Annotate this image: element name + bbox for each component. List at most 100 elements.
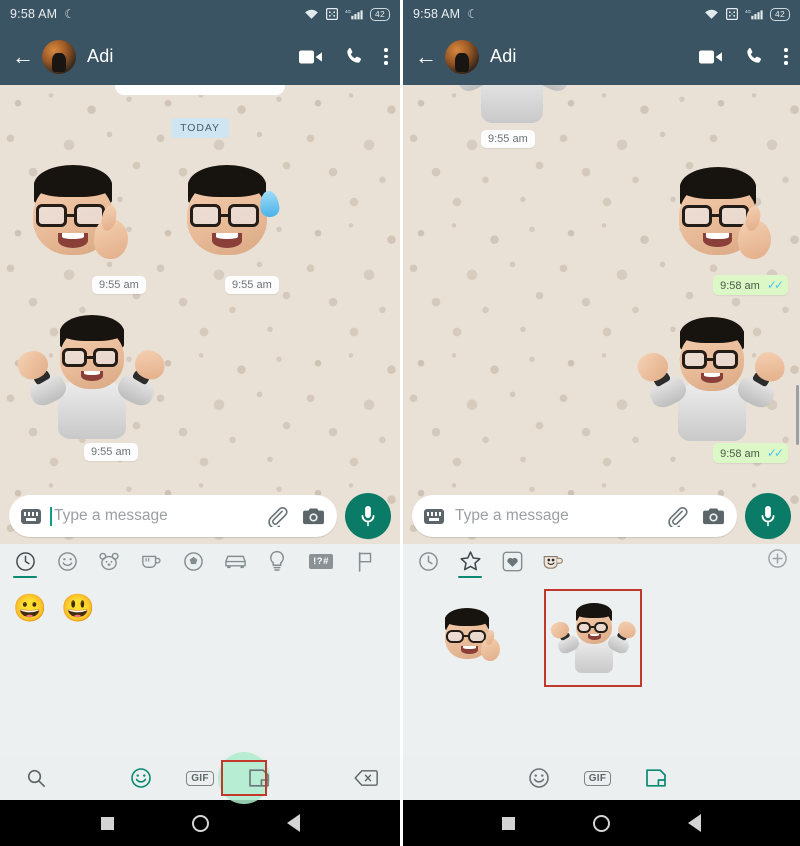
message-input[interactable]: Type a message bbox=[455, 507, 569, 525]
contact-avatar[interactable] bbox=[445, 39, 479, 74]
message-sticker-sweat[interactable]: 9:55 am bbox=[180, 163, 286, 294]
battery-level: 42 bbox=[774, 9, 785, 19]
crescent-moon-icon: ☾ bbox=[64, 7, 76, 21]
clock-icon bbox=[15, 551, 35, 571]
message-sticker-thumbsup-out[interactable]: 9:58 am ✓✓ bbox=[638, 165, 788, 295]
gif-button[interactable]: GIF bbox=[583, 770, 612, 786]
keyboard-icon[interactable] bbox=[424, 508, 444, 524]
car-icon bbox=[224, 555, 246, 569]
chat-area: 9:55 am 9:58 am ✓✓ 9:58 am ✓✓ Type a mes… bbox=[403, 85, 800, 544]
read-receipt-icon: ✓✓ bbox=[766, 446, 784, 460]
keyboard-tools: GIF bbox=[0, 767, 400, 789]
light-bulb-icon bbox=[270, 550, 284, 571]
gif-button[interactable]: GIF bbox=[186, 770, 214, 786]
message-input-pill[interactable]: Type a message bbox=[412, 495, 737, 537]
chat-area: TODAY 9:55 am 9:55 am 9:55 am Type a mes… bbox=[0, 85, 400, 544]
emoji-tab-symbols[interactable]: !?# bbox=[298, 544, 344, 578]
keyboard-toolbar: GIF bbox=[403, 756, 800, 800]
back-triangle-icon[interactable] bbox=[286, 814, 300, 832]
status-time: 9:58 AM bbox=[413, 7, 461, 21]
sticker-pack-tabs bbox=[403, 544, 800, 578]
day-divider: TODAY bbox=[171, 118, 229, 138]
emoji-tab-activities[interactable] bbox=[172, 544, 214, 578]
keyboard-toolbar: GIF bbox=[0, 752, 400, 804]
sticker-panel bbox=[403, 544, 800, 756]
message-sticker-partial[interactable]: 9:55 am bbox=[453, 85, 573, 148]
memoji-shrug-sticker bbox=[13, 315, 170, 440]
more-options-icon[interactable] bbox=[784, 48, 788, 65]
previous-message-bubble bbox=[115, 85, 285, 95]
camera-icon[interactable] bbox=[302, 507, 325, 526]
recents-square-icon[interactable] bbox=[502, 816, 515, 830]
home-circle-icon[interactable] bbox=[593, 814, 610, 832]
vpn-key-icon bbox=[325, 8, 338, 20]
phone-screen-left: 9:58 AM ☾ 4G 42 ← Adi TODAY 9:55 am 9:55… bbox=[0, 0, 400, 846]
message-input-pill[interactable]: Type a message bbox=[9, 495, 337, 537]
timestamp-text: 9:58 am bbox=[720, 280, 760, 292]
emoji-tab-recent[interactable] bbox=[4, 544, 46, 578]
sticker-tab-favourites[interactable] bbox=[449, 544, 491, 578]
sticker-tab-cup-pack[interactable] bbox=[533, 544, 575, 578]
sweat-drop-icon bbox=[258, 190, 281, 218]
emoji-tab-travel[interactable] bbox=[214, 544, 256, 578]
status-bar: 9:58 AM ☾ 4G 42 bbox=[0, 0, 400, 28]
message-timestamp: 9:58 am ✓✓ bbox=[713, 443, 788, 463]
emoji-cell[interactable]: 😃 bbox=[54, 586, 102, 630]
message-composer: Type a message bbox=[0, 488, 400, 544]
sticker-tab-recent[interactable] bbox=[407, 544, 449, 578]
emoji-cell[interactable]: 😀 bbox=[6, 586, 54, 630]
attach-paperclip-icon[interactable] bbox=[667, 506, 688, 527]
recents-square-icon[interactable] bbox=[100, 816, 114, 830]
back-arrow-icon[interactable]: ← bbox=[415, 45, 437, 68]
message-composer: Type a message bbox=[403, 488, 800, 544]
emoji-tab-animals[interactable] bbox=[88, 544, 130, 578]
message-timestamp: 9:55 am bbox=[84, 443, 138, 461]
emoji-tab-smileys[interactable] bbox=[46, 544, 88, 578]
voice-record-button[interactable] bbox=[745, 493, 791, 539]
emoji-tab-food[interactable] bbox=[130, 544, 172, 578]
back-arrow-icon[interactable]: ← bbox=[12, 45, 34, 68]
contact-name[interactable]: Adi bbox=[490, 46, 517, 67]
cup-sticker-icon bbox=[543, 555, 563, 569]
wifi-icon bbox=[705, 9, 718, 19]
status-time: 9:58 AM bbox=[10, 7, 58, 21]
phone-call-icon[interactable] bbox=[744, 47, 763, 66]
attach-paperclip-icon[interactable] bbox=[267, 506, 288, 527]
video-call-icon[interactable] bbox=[299, 49, 323, 65]
message-sticker-shrug-out[interactable]: 9:58 am ✓✓ bbox=[618, 317, 790, 463]
memoji-thumbs-up-sticker bbox=[668, 165, 788, 273]
chat-scrollbar[interactable] bbox=[795, 385, 799, 445]
memoji-shrug-sticker bbox=[633, 317, 790, 441]
phone-screen-right: 9:58 AM ☾ 4G 42 ← Adi 9:55 am 9:58 am ✓✓… bbox=[400, 0, 800, 846]
add-sticker-pack-button[interactable] bbox=[767, 548, 788, 574]
sticker-tab-hearts-pack[interactable] bbox=[491, 544, 533, 578]
sticker-item[interactable] bbox=[427, 590, 523, 686]
smiley-face-icon bbox=[57, 551, 77, 571]
message-sticker-shrug[interactable]: 9:55 am bbox=[13, 315, 170, 461]
keyboard-tools: GIF bbox=[403, 767, 796, 789]
phone-call-icon[interactable] bbox=[344, 47, 363, 66]
message-input[interactable]: Type a message bbox=[54, 507, 168, 525]
emoji-icon[interactable] bbox=[528, 767, 550, 789]
message-sticker-thumbsup[interactable]: 9:55 am bbox=[22, 163, 146, 294]
flag-icon bbox=[358, 551, 372, 572]
contact-avatar[interactable] bbox=[42, 39, 76, 74]
sticker-icon[interactable] bbox=[645, 767, 667, 789]
camera-icon[interactable] bbox=[702, 507, 725, 526]
back-triangle-icon[interactable] bbox=[688, 814, 701, 832]
memoji-thumbs-up-sticker bbox=[441, 607, 509, 669]
chat-header: ← Adi bbox=[403, 28, 800, 85]
emoji-tab-objects[interactable] bbox=[256, 544, 298, 578]
keyboard-icon[interactable] bbox=[21, 508, 41, 524]
contact-name[interactable]: Adi bbox=[87, 46, 114, 67]
video-call-icon[interactable] bbox=[699, 49, 723, 65]
emoji-panel: !?# 😀 😃 bbox=[0, 544, 400, 756]
microphone-icon bbox=[361, 505, 375, 526]
more-options-icon[interactable] bbox=[384, 48, 388, 65]
sticker-item-selected[interactable] bbox=[544, 589, 642, 687]
memoji-shrug-partial-sticker bbox=[453, 85, 573, 125]
emoji-icon[interactable] bbox=[130, 767, 152, 789]
home-circle-icon[interactable] bbox=[191, 814, 209, 832]
emoji-tab-flags[interactable] bbox=[344, 544, 386, 578]
voice-record-button[interactable] bbox=[345, 493, 391, 539]
